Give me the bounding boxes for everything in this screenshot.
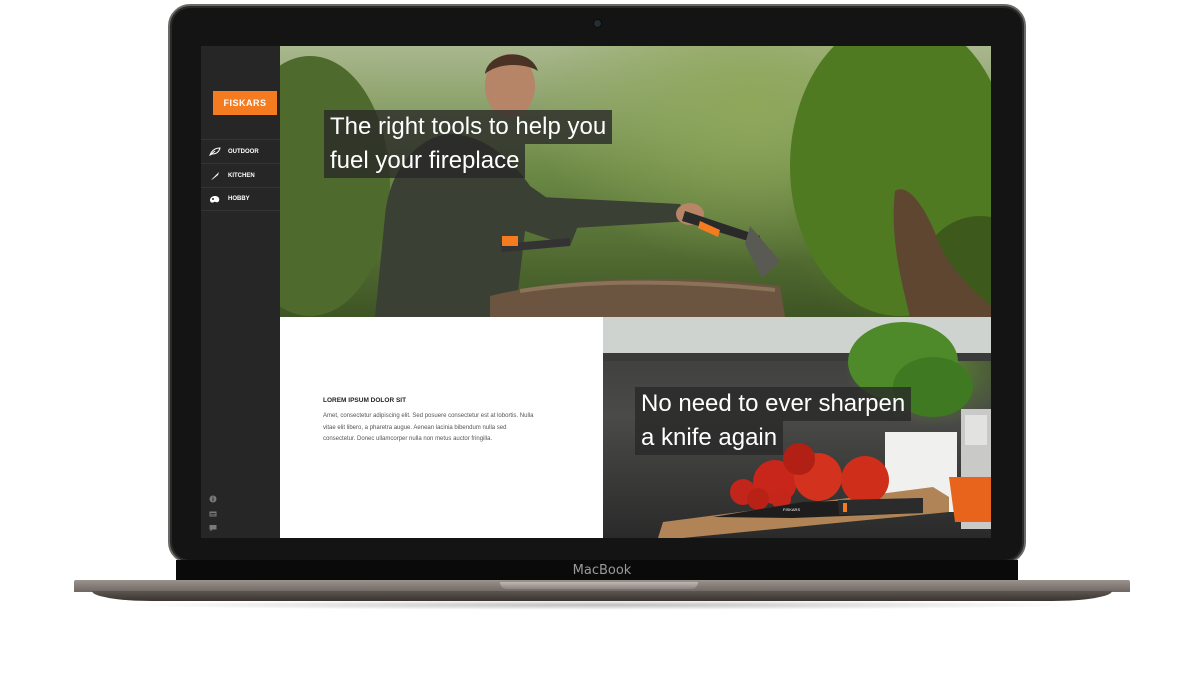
article-panel: LOREM IPSUM DOLOR SIT Amet, consectetur …	[280, 317, 603, 538]
info-icon[interactable]	[209, 490, 217, 503]
sidebar-item-label: OUTDOOR	[228, 148, 259, 155]
device-brand-label: MacBook	[572, 563, 632, 578]
hero-banner[interactable]: The right tools to help you fuel your fi…	[280, 46, 991, 317]
kitchen-caption: No need to ever sharpen a knife again	[635, 387, 912, 455]
hero-caption: The right tools to help you fuel your fi…	[324, 110, 613, 178]
sidebar-item-label: HOBBY	[228, 196, 250, 202]
hero-headline-line2: fuel your fireplace	[324, 144, 526, 178]
knife-icon	[208, 171, 222, 181]
sidebar-item-outdoor[interactable]: OUTDOOR	[201, 139, 280, 163]
knife-brand-text: FISKARS	[783, 507, 800, 512]
chat-icon[interactable]	[209, 519, 217, 532]
sidebar-item-label: KITCHEN	[228, 172, 255, 179]
article-body: Amet, consectetur adipiscing elit. Sed p…	[323, 413, 534, 442]
list-icon[interactable]	[209, 505, 217, 517]
sidebar-item-hobby[interactable]: HOBBY	[201, 187, 280, 211]
screen: FISKARS OUTDOOR KITCHEN HOBBY The right …	[201, 46, 991, 538]
article-title: LOREM IPSUM DOLOR SIT	[323, 397, 407, 404]
palette-icon	[208, 194, 222, 204]
floor-shadow	[120, 600, 1084, 610]
laptop-notch	[500, 582, 698, 589]
kitchen-headline-line2: a knife again	[635, 421, 784, 455]
camera-icon	[594, 20, 601, 27]
fiskars-logo[interactable]: FISKARS	[213, 91, 277, 115]
hero-headline-line1: The right tools to help you	[324, 110, 613, 144]
laptop-base-lip	[92, 591, 1112, 601]
kitchen-headline-line1: No need to ever sharpen	[635, 387, 912, 421]
hero-photo	[280, 46, 991, 317]
sidebar-nav: OUTDOOR KITCHEN HOBBY	[201, 139, 280, 211]
leaf-icon	[208, 147, 222, 157]
sidebar: FISKARS OUTDOOR KITCHEN HOBBY	[201, 46, 280, 538]
sidebar-item-kitchen[interactable]: KITCHEN	[201, 163, 280, 187]
kitchen-banner[interactable]: FISKARS No need to ever sharpen a knife …	[603, 317, 991, 538]
